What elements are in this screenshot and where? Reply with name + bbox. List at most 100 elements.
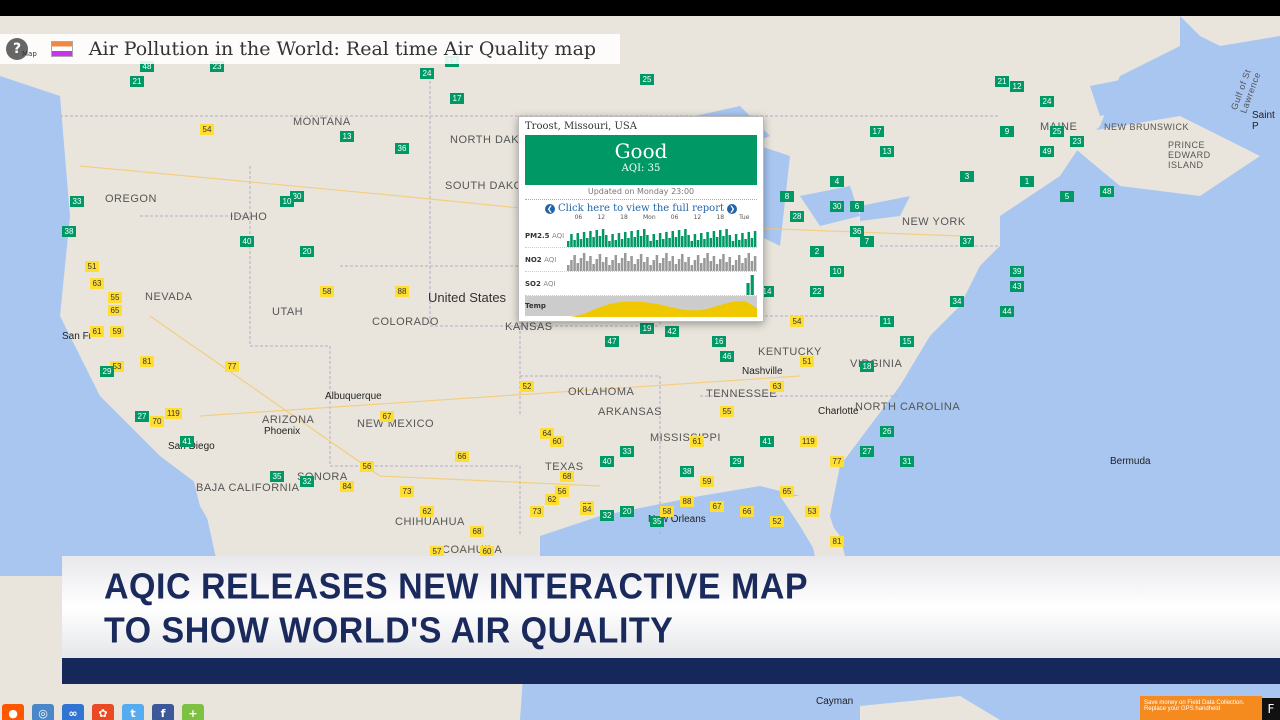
aqi-station-marker[interactable]: 20	[620, 506, 634, 517]
aqi-station-marker[interactable]: 1	[1020, 176, 1034, 187]
aqi-station-marker[interactable]: 2	[810, 246, 824, 257]
aqi-station-marker[interactable]: 24	[1040, 96, 1054, 107]
aqi-station-marker[interactable]: 20	[300, 246, 314, 257]
aqi-station-marker[interactable]: 51	[800, 356, 814, 367]
aqi-station-marker[interactable]: 63	[770, 381, 784, 392]
aqi-station-marker[interactable]: 29	[730, 456, 744, 467]
aqi-station-marker[interactable]: 40	[240, 236, 254, 247]
aqi-station-marker[interactable]: 7	[860, 236, 874, 247]
aqi-station-marker[interactable]: 15	[900, 336, 914, 347]
aqi-station-marker[interactable]: 25	[640, 74, 654, 85]
aqi-station-marker[interactable]: 27	[860, 446, 874, 457]
aqi-station-marker[interactable]: 81	[140, 356, 154, 367]
aqi-station-marker[interactable]: 17	[450, 93, 464, 104]
aqi-station-marker[interactable]: 55	[720, 406, 734, 417]
aqi-station-marker[interactable]: 81	[830, 536, 844, 547]
aqi-station-marker[interactable]: 10	[830, 266, 844, 277]
aqi-station-marker[interactable]: 68	[560, 471, 574, 482]
aqi-station-marker[interactable]: 56	[555, 486, 569, 497]
aqi-station-marker[interactable]: 58	[320, 286, 334, 297]
aqi-station-marker[interactable]: 34	[950, 296, 964, 307]
aqi-station-marker[interactable]: 29	[100, 366, 114, 377]
aqi-station-marker[interactable]: 59	[700, 476, 714, 487]
aqi-station-marker[interactable]: 9	[1000, 126, 1014, 137]
aqi-station-marker[interactable]: 33	[70, 196, 84, 207]
aqi-station-marker[interactable]: 73	[400, 486, 414, 497]
aqi-station-marker[interactable]: 6	[850, 201, 864, 212]
aqi-station-marker[interactable]: 84	[580, 504, 594, 515]
aqi-station-marker[interactable]: 23	[1070, 136, 1084, 147]
twitter-icon[interactable]: t	[122, 704, 144, 720]
aqi-station-marker[interactable]: 13	[880, 146, 894, 157]
digg-icon[interactable]: ◎	[32, 704, 54, 720]
aqi-station-marker[interactable]: 10	[280, 196, 294, 207]
aqi-station-marker[interactable]: 77	[225, 361, 239, 372]
delicious-icon[interactable]: ∞	[62, 704, 84, 720]
aqi-station-marker[interactable]: 8	[780, 191, 794, 202]
aqi-station-marker[interactable]: 62	[420, 506, 434, 517]
facebook-icon[interactable]: f	[152, 704, 174, 720]
aqi-station-marker[interactable]: 48	[1100, 186, 1114, 197]
full-report-link[interactable]: ❮ Click here to view the full report ❯	[525, 203, 757, 214]
map-type-label[interactable]: Map	[22, 50, 37, 58]
ad-close-icon[interactable]: F	[1262, 698, 1280, 720]
aqi-station-marker[interactable]: 18	[860, 361, 874, 372]
aqi-station-marker[interactable]: 73	[530, 506, 544, 517]
aqi-station-marker[interactable]: 35	[270, 471, 284, 482]
aqi-station-marker[interactable]: 65	[780, 486, 794, 497]
aqi-station-marker[interactable]: 44	[1000, 306, 1014, 317]
aqi-station-marker[interactable]: 55	[108, 292, 122, 303]
aqi-station-marker[interactable]: 119	[165, 408, 182, 419]
aqi-station-marker[interactable]: 88	[680, 496, 694, 507]
aqi-station-marker[interactable]: 32	[300, 476, 314, 487]
aqi-station-marker[interactable]: 66	[740, 506, 754, 517]
aqi-station-marker[interactable]: 58	[660, 506, 674, 517]
aqi-station-marker[interactable]: 19	[640, 323, 654, 334]
aqi-station-marker[interactable]: 65	[108, 305, 122, 316]
aqi-station-marker[interactable]: 51	[85, 261, 99, 272]
aqi-station-marker[interactable]: 46	[720, 351, 734, 362]
aqi-station-marker[interactable]: 61	[90, 326, 104, 337]
aqi-station-marker[interactable]: 49	[1040, 146, 1054, 157]
aqi-station-marker[interactable]: 66	[455, 451, 469, 462]
aqi-station-marker[interactable]: 36	[850, 226, 864, 237]
aqi-station-marker[interactable]: 43	[1010, 281, 1024, 292]
aqi-station-marker[interactable]: 4	[830, 176, 844, 187]
aqi-station-marker[interactable]: 24	[420, 68, 434, 79]
aqi-station-marker[interactable]: 41	[760, 436, 774, 447]
aqi-station-marker[interactable]: 119	[800, 436, 817, 447]
ad-banner[interactable]: Save money on Field Data Collection. Rep…	[1140, 696, 1262, 720]
aqi-station-marker[interactable]: 39	[1010, 266, 1024, 277]
reddit-icon[interactable]: ●	[2, 704, 24, 720]
aqi-station-marker[interactable]: 33	[620, 446, 634, 457]
more-icon[interactable]: +	[182, 704, 204, 720]
aqi-station-marker[interactable]: 30	[830, 201, 844, 212]
aqi-station-marker[interactable]: 28	[790, 211, 804, 222]
aqi-station-marker[interactable]: 38	[680, 466, 694, 477]
aqi-station-marker[interactable]: 40	[600, 456, 614, 467]
aqi-station-marker[interactable]: 52	[520, 381, 534, 392]
aqi-station-marker[interactable]: 54	[200, 124, 214, 135]
aqi-station-marker[interactable]: 37	[960, 236, 974, 247]
aqi-station-marker[interactable]: 27	[135, 411, 149, 422]
aqi-station-marker[interactable]: 31	[900, 456, 914, 467]
aqi-station-marker[interactable]: 12	[1010, 81, 1024, 92]
aqi-station-marker[interactable]: 13	[340, 131, 354, 142]
aqi-station-marker[interactable]: 42	[665, 326, 679, 337]
aqi-station-marker[interactable]: 36	[395, 143, 409, 154]
aqi-station-marker[interactable]: 5	[1060, 191, 1074, 202]
aqi-station-marker[interactable]: 77	[830, 456, 844, 467]
aqi-station-marker[interactable]: 22	[810, 286, 824, 297]
aqi-station-marker[interactable]: 16	[712, 336, 726, 347]
aqi-station-marker[interactable]: 68	[470, 526, 484, 537]
aqi-station-marker[interactable]: 88	[395, 286, 409, 297]
aqi-station-marker[interactable]: 38	[62, 226, 76, 237]
aqi-station-marker[interactable]: 25	[1050, 126, 1064, 137]
stumbleupon-icon[interactable]: ✿	[92, 704, 114, 720]
aqi-station-marker[interactable]: 26	[880, 426, 894, 437]
aqi-station-marker[interactable]: 67	[710, 501, 724, 512]
aqi-station-marker[interactable]: 52	[770, 516, 784, 527]
aqi-station-marker[interactable]: 21	[130, 76, 144, 87]
aqi-station-marker[interactable]: 70	[150, 416, 164, 427]
aqi-station-marker[interactable]: 3	[960, 171, 974, 182]
